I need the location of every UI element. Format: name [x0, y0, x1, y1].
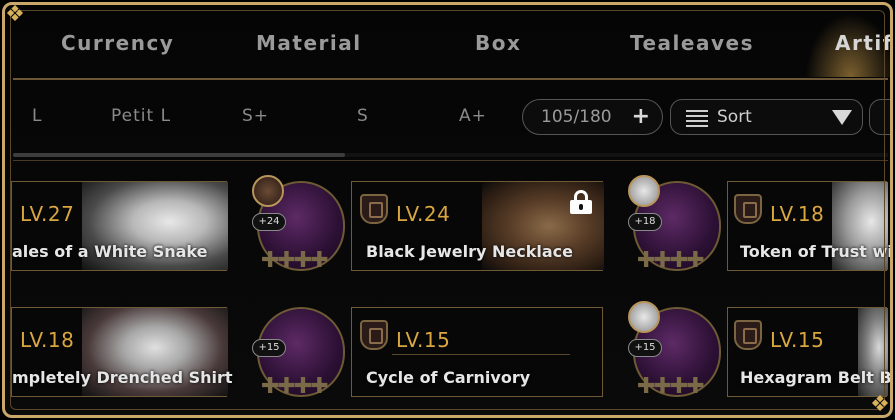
item-card[interactable]: LV.15 Cycle of Carnivory [351, 307, 603, 397]
item-level: LV.24 [396, 202, 451, 226]
lock-icon[interactable] [570, 190, 592, 214]
tab-divider [13, 78, 888, 80]
tab-artifact[interactable]: Artif [835, 31, 890, 55]
item-card[interactable]: LV.18 Token of Trust wit [727, 181, 890, 271]
filter-petit-l[interactable]: Petit L [111, 106, 171, 126]
tab-box[interactable]: Box [475, 31, 521, 55]
filter-l[interactable]: L [32, 106, 42, 126]
capacity-text: 105/180 [541, 107, 612, 127]
character-avatar [628, 301, 660, 333]
tab-currency[interactable]: Currency [61, 31, 174, 55]
sort-dropdown[interactable]: Sort [670, 99, 863, 135]
corner-ornament-icon: ❖ [870, 392, 890, 417]
enhance-badge: +15 [628, 339, 662, 357]
star-marks: ✚✚✚✚ [261, 248, 329, 273]
item-level: LV.18 [20, 328, 75, 352]
item-card[interactable]: LV.18 mpletely Drenched Shirt [11, 307, 233, 397]
item-name: Black Jewelry Necklace [366, 242, 573, 261]
enhance-badge: +15 [252, 339, 286, 357]
grade-emblem-icon [360, 194, 388, 224]
triangle-down-icon [832, 110, 852, 125]
filter-s[interactable]: S [357, 106, 369, 126]
sort-order-button[interactable] [869, 99, 890, 135]
grade-emblem-icon [734, 320, 762, 350]
inventory-panel: Currency Material Box Tealeaves Artif L … [2, 2, 893, 418]
category-tabs: Currency Material Box Tealeaves Artif [5, 13, 890, 77]
item-card[interactable]: LV.27 ales of a White Snake [11, 181, 228, 271]
tab-material[interactable]: Material [256, 31, 362, 55]
filter-s-plus[interactable]: S+ [242, 106, 269, 126]
corner-ornament-icon: ❖ [5, 2, 25, 27]
filter-scroll-thumb[interactable] [13, 153, 345, 157]
list-icon [686, 110, 708, 127]
sort-label: Sort [717, 107, 752, 127]
grade-emblem-icon [734, 194, 762, 224]
tab-tealeaves[interactable]: Tealeaves [630, 31, 754, 55]
level-underline [392, 354, 570, 355]
filter-divider [13, 160, 888, 161]
plus-icon[interactable]: + [632, 104, 650, 129]
filter-a-plus[interactable]: A+ [459, 106, 487, 126]
item-level: LV.18 [770, 202, 825, 226]
item-card[interactable]: LV.24 Black Jewelry Necklace [351, 181, 604, 271]
item-name: ales of a White Snake [12, 242, 208, 261]
star-marks: ✚✚✚✚ [261, 374, 329, 399]
item-name: Token of Trust wit [740, 242, 893, 261]
character-avatar [252, 175, 284, 207]
item-name: Hexagram Belt B [740, 368, 892, 387]
item-name: Cycle of Carnivory [366, 368, 531, 387]
item-level: LV.15 [396, 328, 451, 352]
inventory-capacity: 105/180 + [522, 99, 663, 135]
item-name: mpletely Drenched Shirt [12, 368, 233, 387]
grade-emblem-icon [360, 320, 388, 350]
enhance-badge: +24 [252, 213, 286, 231]
star-marks: ✚✚✚✚ [637, 374, 705, 399]
enhance-badge: +18 [628, 213, 662, 231]
item-card[interactable]: LV.15 Hexagram Belt B [727, 307, 890, 397]
star-marks: ✚✚✚✚ [637, 248, 705, 273]
item-level: LV.15 [770, 328, 825, 352]
character-avatar [628, 175, 660, 207]
item-level: LV.27 [20, 202, 75, 226]
